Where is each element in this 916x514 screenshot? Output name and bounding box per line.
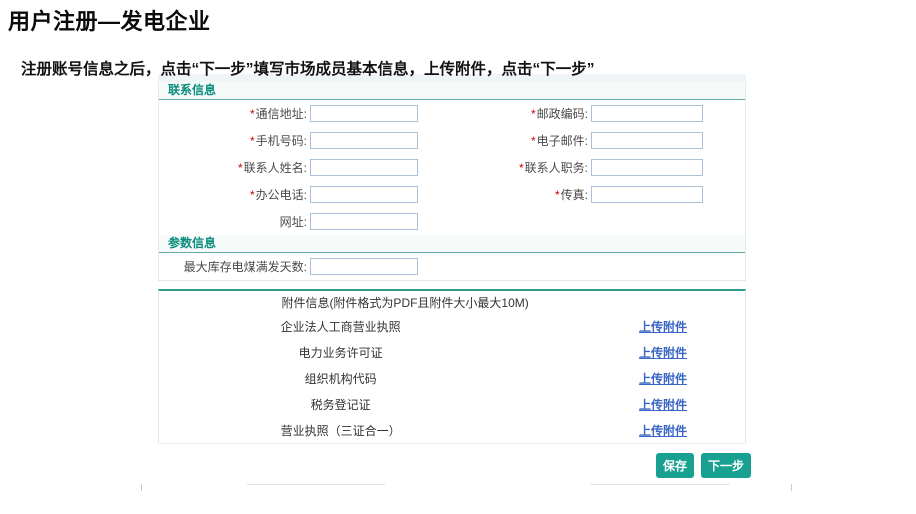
required-asterisk: * [519, 161, 524, 175]
field-label-text: 办公电话: [256, 188, 307, 202]
field-label-text: 电子邮件: [537, 134, 588, 148]
bottom-fragment-tick [791, 484, 792, 491]
form-row: *联系人姓名: *联系人职务: [159, 154, 745, 181]
instruction-text: 注册账号信息之后，点击“下一步”填写市场成员基本信息，上传附件，点击“下一步” [21, 57, 595, 79]
upload-attachment-link[interactable]: 上传附件 [639, 318, 687, 335]
postcode-input[interactable] [591, 105, 703, 122]
field-label-text: 最大库存电煤满发天数: [184, 260, 307, 274]
required-asterisk: * [250, 107, 255, 121]
attachment-row: 营业执照（三证合一） 上传附件 [159, 417, 745, 443]
upload-attachment-link[interactable]: 上传附件 [639, 422, 687, 439]
field-label-text: 邮政编码: [537, 107, 588, 121]
bottom-fragment-line [247, 484, 385, 485]
required-asterisk: * [250, 188, 255, 202]
attachment-row: 税务登记证 上传附件 [159, 391, 745, 417]
save-button[interactable]: 保存 [656, 453, 694, 478]
attachment-name-tax-cert: 税务登记证 [159, 396, 522, 413]
email-input[interactable] [591, 132, 703, 149]
field-label-contact-title: *联系人职务: [418, 159, 588, 176]
attachment-name-power-permit: 电力业务许可证 [159, 344, 522, 361]
action-buttons: 保存 下一步 [656, 453, 751, 478]
field-label-postcode: *邮政编码: [418, 105, 588, 122]
field-label-contact-name: *联系人姓名: [159, 159, 307, 176]
website-input[interactable] [310, 213, 418, 230]
required-asterisk: * [555, 188, 560, 202]
next-step-button[interactable]: 下一步 [701, 453, 751, 478]
registration-form-panel: 联系信息 *通信地址: *邮政编码: *手机号码: *电子邮件: *联系人姓名:… [158, 82, 746, 281]
max-coal-days-input[interactable] [310, 258, 418, 275]
field-label-text: 手机号码: [256, 134, 307, 148]
attachment-name-org-code: 组织机构代码 [159, 370, 522, 387]
field-label-text: 传真: [561, 188, 588, 202]
field-label-text: 联系人姓名: [244, 161, 307, 175]
field-label-website: 网址: [159, 213, 307, 230]
attachment-panel-header: 附件信息(附件格式为PDF且附件大小最大10M) [159, 293, 651, 313]
field-label-text: 联系人职务: [525, 161, 588, 175]
required-asterisk: * [531, 107, 536, 121]
form-row: 网址: [159, 208, 745, 235]
mobile-input[interactable] [310, 132, 418, 149]
form-row: 最大库存电煤满发天数: [159, 253, 745, 280]
required-asterisk: * [531, 134, 536, 148]
office-phone-input[interactable] [310, 186, 418, 203]
field-label-office-phone: *办公电话: [159, 186, 307, 203]
attachment-row: 电力业务许可证 上传附件 [159, 339, 745, 365]
section-header-contact-info: 联系信息 [159, 82, 745, 100]
upload-attachment-link[interactable]: 上传附件 [639, 370, 687, 387]
required-asterisk: * [238, 161, 243, 175]
form-row: *通信地址: *邮政编码: [159, 100, 745, 127]
attachment-row: 组织机构代码 上传附件 [159, 365, 745, 391]
contact-title-input[interactable] [591, 159, 703, 176]
field-label-fax: *传真: [418, 186, 588, 203]
form-screenshot: 联系信息 *通信地址: *邮政编码: *手机号码: *电子邮件: *联系人姓名:… [158, 74, 746, 444]
upload-attachment-link[interactable]: 上传附件 [639, 344, 687, 361]
fax-input[interactable] [591, 186, 703, 203]
required-asterisk: * [250, 134, 255, 148]
attachment-panel: 附件信息(附件格式为PDF且附件大小最大10M) 企业法人工商营业执照 上传附件… [158, 289, 746, 444]
bottom-fragment-tick [141, 484, 142, 491]
section-header-parameter-info: 参数信息 [159, 235, 745, 253]
attachment-name-combined-license: 营业执照（三证合一） [159, 422, 522, 439]
field-label-max-coal-days: 最大库存电煤满发天数: [159, 258, 307, 275]
attachment-row: 企业法人工商营业执照 上传附件 [159, 313, 745, 339]
field-label-text: 网址: [280, 215, 307, 229]
contact-name-input[interactable] [310, 159, 418, 176]
field-label-mobile: *手机号码: [159, 132, 307, 149]
field-label-email: *电子邮件: [418, 132, 588, 149]
upload-attachment-link[interactable]: 上传附件 [639, 396, 687, 413]
form-row: *手机号码: *电子邮件: [159, 127, 745, 154]
page-title: 用户注册—发电企业 [8, 4, 211, 36]
bottom-fragment-line [590, 484, 730, 485]
field-label-text: 通信地址: [256, 107, 307, 121]
attachment-name-business-license: 企业法人工商营业执照 [159, 318, 522, 335]
form-row: *办公电话: *传真: [159, 181, 745, 208]
field-label-address: *通信地址: [159, 105, 307, 122]
address-input[interactable] [310, 105, 418, 122]
